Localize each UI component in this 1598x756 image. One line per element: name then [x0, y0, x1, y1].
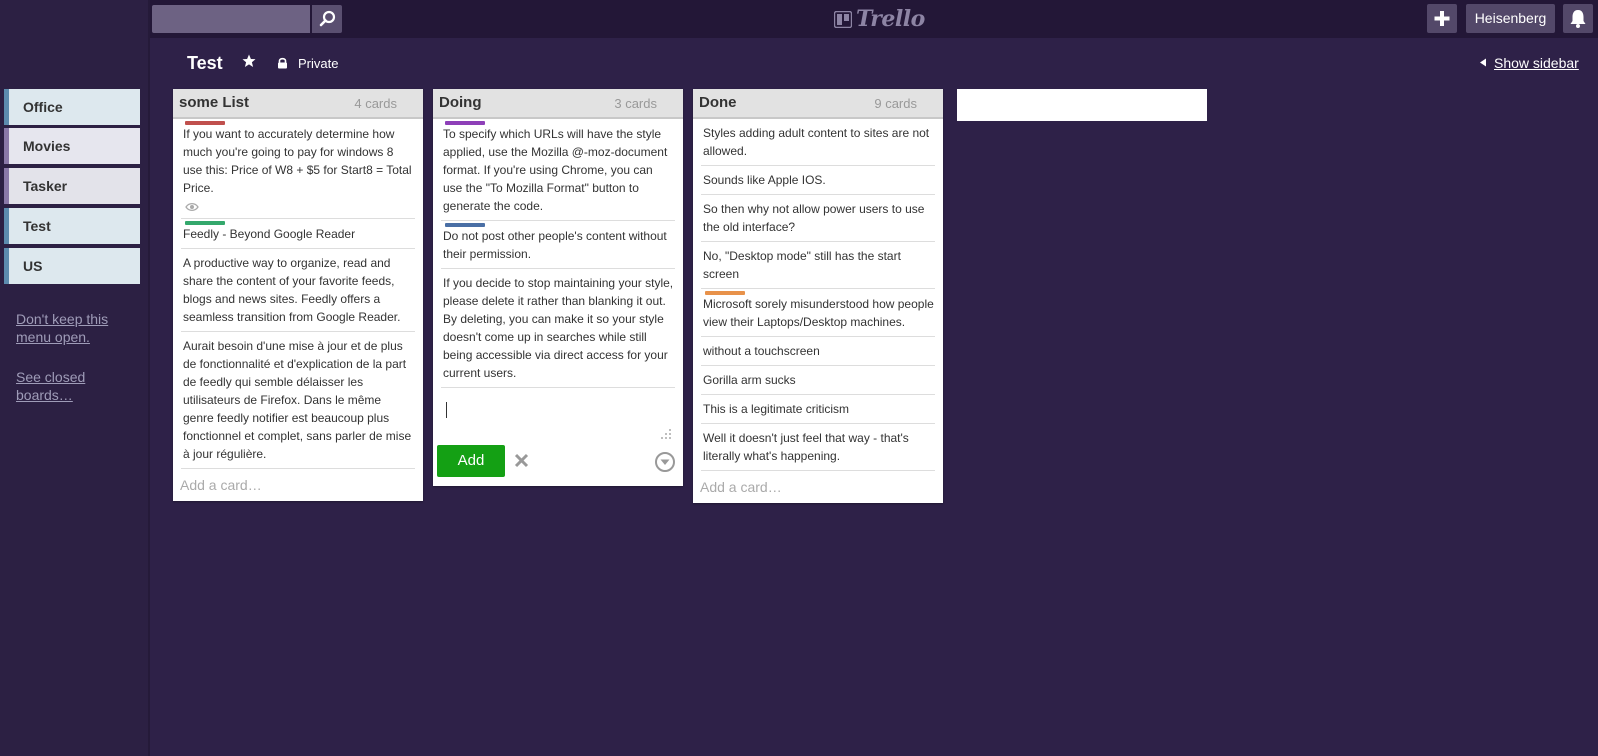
left-menu: Office Movies Tasker Test US Don't keep … — [0, 0, 150, 756]
card[interactable]: Feedly - Beyond Google Reader — [181, 219, 415, 249]
logo-text: Trello — [856, 6, 925, 32]
list-some-list: some List 4 cards If you want to accurat… — [173, 89, 423, 501]
card-count: 3 cards — [614, 96, 657, 111]
board-tile-test[interactable]: Test — [4, 208, 140, 244]
trello-logo[interactable]: Trello — [834, 5, 925, 33]
list-title[interactable]: Done — [699, 94, 737, 111]
card-text: So then why not allow power users to use… — [703, 202, 925, 234]
list-done: Done 9 cards Styles adding adult content… — [693, 89, 943, 503]
search-button[interactable] — [312, 5, 342, 33]
card[interactable]: without a touchscreen — [701, 337, 935, 366]
card-text: Feedly - Beyond Google Reader — [183, 227, 356, 241]
lock-icon — [278, 57, 287, 69]
bell-icon — [1570, 10, 1586, 28]
list-title[interactable]: some List — [179, 94, 249, 111]
resize-grip-icon[interactable] — [660, 428, 672, 440]
card[interactable]: Microsoft sorely misunderstood how peopl… — [701, 289, 935, 337]
star-icon[interactable] — [242, 54, 256, 68]
composer-controls: Add — [433, 442, 683, 486]
privacy-toggle[interactable]: Private — [298, 56, 338, 71]
card-label-purple — [445, 121, 485, 125]
triangle-left-icon — [1480, 58, 1486, 67]
list-header[interactable]: Doing 3 cards — [433, 89, 683, 119]
search-input[interactable] — [152, 5, 310, 33]
list-title[interactable]: Doing — [439, 94, 482, 111]
add-card-link[interactable]: Add a card… — [173, 469, 423, 501]
card-text: This is a legitimate criticism — [703, 402, 850, 416]
board-tile-office[interactable]: Office — [4, 89, 140, 125]
dont-keep-menu-open-link[interactable]: Don't keep this menu open. — [16, 310, 136, 346]
card[interactable]: Gorilla arm sucks — [701, 366, 935, 395]
card-count: 4 cards — [354, 96, 397, 111]
card[interactable]: If you decide to stop maintaining your s… — [441, 269, 675, 388]
card-text: Gorilla arm sucks — [703, 373, 796, 387]
card-composer-textarea[interactable] — [439, 392, 676, 442]
card-text: Do not post other people's content witho… — [443, 229, 667, 261]
card-count: 9 cards — [874, 96, 917, 111]
add-list-input[interactable] — [957, 89, 1207, 121]
card[interactable]: A productive way to organize, read and s… — [181, 249, 415, 332]
card-text: Aurait besoin d'une mise à jour et de pl… — [183, 339, 412, 461]
card-label-blue — [445, 223, 485, 227]
card-text: To specify which URLs will have the styl… — [443, 127, 668, 213]
card-text: Sounds like Apple IOS. — [703, 173, 826, 187]
notifications-button[interactable] — [1563, 4, 1593, 33]
card-text: A productive way to organize, read and s… — [183, 256, 401, 324]
card[interactable]: Styles adding adult content to sites are… — [701, 119, 935, 166]
add-card-link[interactable]: Add a card… — [693, 471, 943, 503]
board-title[interactable]: Test — [187, 53, 223, 74]
card-text: Well it doesn't just feel that way - tha… — [703, 431, 909, 463]
card-text: If you want to accurately determine how … — [183, 127, 412, 195]
list-header[interactable]: some List 4 cards — [173, 89, 423, 119]
trello-board-icon — [834, 10, 852, 28]
search-icon — [319, 10, 336, 27]
card-label-red — [185, 121, 225, 125]
list-doing: Doing 3 cards To specify which URLs will… — [433, 89, 683, 486]
card[interactable]: This is a legitimate criticism — [701, 395, 935, 424]
card-text: without a touchscreen — [703, 344, 820, 358]
card[interactable]: No, "Desktop mode" still has the start s… — [701, 242, 935, 289]
user-menu-button[interactable]: Heisenberg — [1466, 4, 1555, 33]
chevron-down-circle-icon[interactable] — [654, 451, 676, 473]
eye-icon — [185, 202, 199, 212]
card[interactable]: If you want to accurately determine how … — [181, 119, 415, 219]
card[interactable]: To specify which URLs will have the styl… — [441, 119, 675, 221]
plus-icon — [1434, 11, 1450, 26]
see-closed-boards-link[interactable]: See closed boards… — [16, 368, 136, 404]
board-tile-movies[interactable]: Movies — [4, 128, 140, 164]
board-tile-tasker[interactable]: Tasker — [4, 168, 140, 204]
card-text: No, "Desktop mode" still has the start s… — [703, 249, 901, 281]
card-label-orange — [705, 291, 745, 295]
card-text: Microsoft sorely misunderstood how peopl… — [703, 297, 934, 329]
card[interactable]: So then why not allow power users to use… — [701, 195, 935, 242]
card[interactable]: Well it doesn't just feel that way - tha… — [701, 424, 935, 471]
add-button[interactable] — [1427, 4, 1457, 33]
board-tile-us[interactable]: US — [4, 248, 140, 284]
list-header[interactable]: Done 9 cards — [693, 89, 943, 119]
card-label-green — [185, 221, 225, 225]
card[interactable]: Aurait besoin d'une mise à jour et de pl… — [181, 332, 415, 469]
text-cursor — [446, 402, 447, 418]
card-text: Styles adding adult content to sites are… — [703, 126, 930, 158]
card[interactable]: Do not post other people's content witho… — [441, 221, 675, 269]
add-card-button[interactable]: Add — [437, 445, 505, 477]
card-text: If you decide to stop maintaining your s… — [443, 276, 674, 380]
close-icon[interactable] — [513, 452, 530, 469]
card[interactable]: Sounds like Apple IOS. — [701, 166, 935, 195]
show-sidebar-link[interactable]: Show sidebar — [1494, 55, 1579, 71]
